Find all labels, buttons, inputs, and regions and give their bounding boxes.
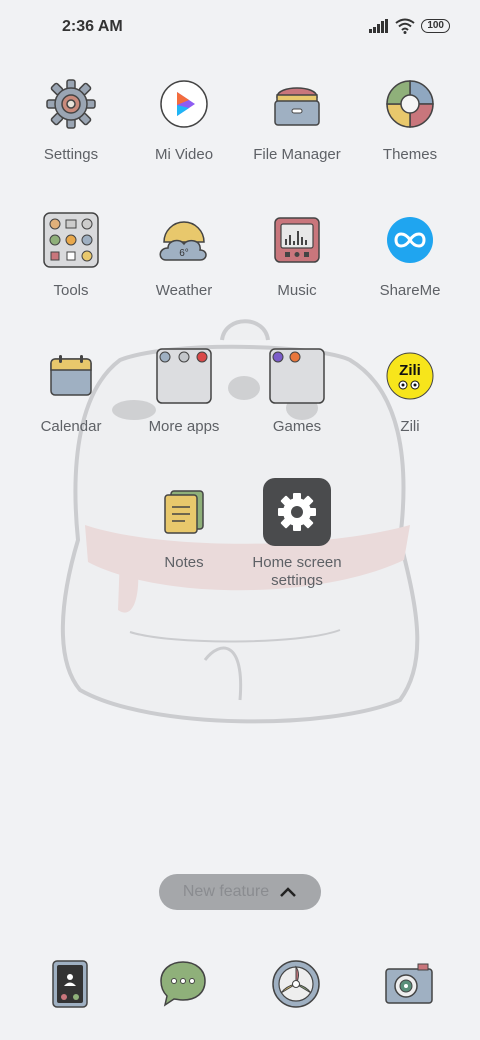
app-file-manager[interactable]: File Manager — [242, 68, 352, 164]
chevron-up-icon — [280, 887, 297, 897]
app-label: Music — [277, 282, 317, 299]
app-label: Zili — [400, 418, 420, 435]
app-themes[interactable]: Themes — [355, 68, 465, 164]
app-label: More apps — [148, 418, 220, 435]
folder-games[interactable]: Games — [242, 340, 352, 436]
mi-video-play-icon — [160, 80, 208, 128]
home-screen-settings-gear-icon — [263, 478, 331, 546]
messages-icon — [160, 961, 206, 1007]
games-folder-icon — [269, 348, 325, 404]
app-weather[interactable]: 6° Weather — [129, 204, 239, 300]
app-shareme[interactable]: ShareMe — [355, 204, 465, 300]
app-label: File Manager — [253, 146, 341, 163]
app-zili[interactable]: Zili Zili — [355, 340, 465, 436]
app-label: Notes — [164, 554, 204, 571]
app-label: Calendar — [40, 418, 102, 435]
status-time: 2:36 AM — [62, 18, 123, 35]
app-settings[interactable]: Settings — [16, 68, 126, 164]
phone-icon — [52, 960, 88, 1008]
app-label: Settings — [43, 146, 99, 163]
app-calendar[interactable]: Calendar — [16, 340, 126, 436]
camera-icon — [385, 963, 433, 1004]
settings-gear-icon — [46, 79, 96, 129]
status-icons: 100 — [369, 18, 450, 34]
app-label: Themes — [382, 146, 438, 163]
app-label: Home screen settings — [252, 554, 342, 589]
status-bar: 2:36 AM 100 — [0, 0, 480, 56]
wifi-icon — [395, 18, 415, 34]
app-mi-video[interactable]: Mi Video — [129, 68, 239, 164]
app-label: Mi Video — [154, 146, 214, 163]
app-music[interactable]: Music — [242, 204, 352, 300]
app-label: Weather — [155, 282, 213, 299]
tools-folder-icon — [43, 212, 99, 268]
notes-document-icon — [164, 490, 204, 534]
more-apps-folder-icon — [156, 348, 212, 404]
app-home-screen-settings[interactable]: Home screen settings — [242, 476, 352, 590]
signal-icon — [369, 19, 389, 33]
app-notes[interactable]: Notes — [129, 476, 239, 572]
dock-phone[interactable] — [34, 948, 106, 1020]
weather-temperature: 6° — [179, 248, 189, 259]
file-manager-icon — [274, 87, 320, 126]
browser-icon — [272, 960, 320, 1008]
weather-cloud-sun-icon: 6° — [159, 221, 207, 261]
dock-messages[interactable] — [147, 948, 219, 1020]
app-label: Tools — [53, 282, 89, 299]
svg-text:Zili: Zili — [399, 362, 421, 379]
calendar-icon — [50, 355, 92, 396]
themes-palette-icon — [386, 80, 434, 128]
new-feature-label: New feature — [182, 883, 270, 900]
shareme-infinity-icon — [387, 217, 433, 263]
battery-indicator: 100 — [421, 19, 450, 33]
app-label: ShareMe — [379, 282, 441, 299]
dock-browser[interactable] — [260, 948, 332, 1020]
new-feature-button[interactable]: New feature — [159, 874, 321, 910]
dock-camera[interactable] — [373, 948, 445, 1020]
app-label: Games — [272, 418, 322, 435]
music-radio-icon — [274, 217, 320, 263]
folder-more-apps[interactable]: More apps — [129, 340, 239, 436]
app-tools[interactable]: Tools — [16, 204, 126, 300]
zili-logo-icon: Zili — [386, 352, 434, 400]
